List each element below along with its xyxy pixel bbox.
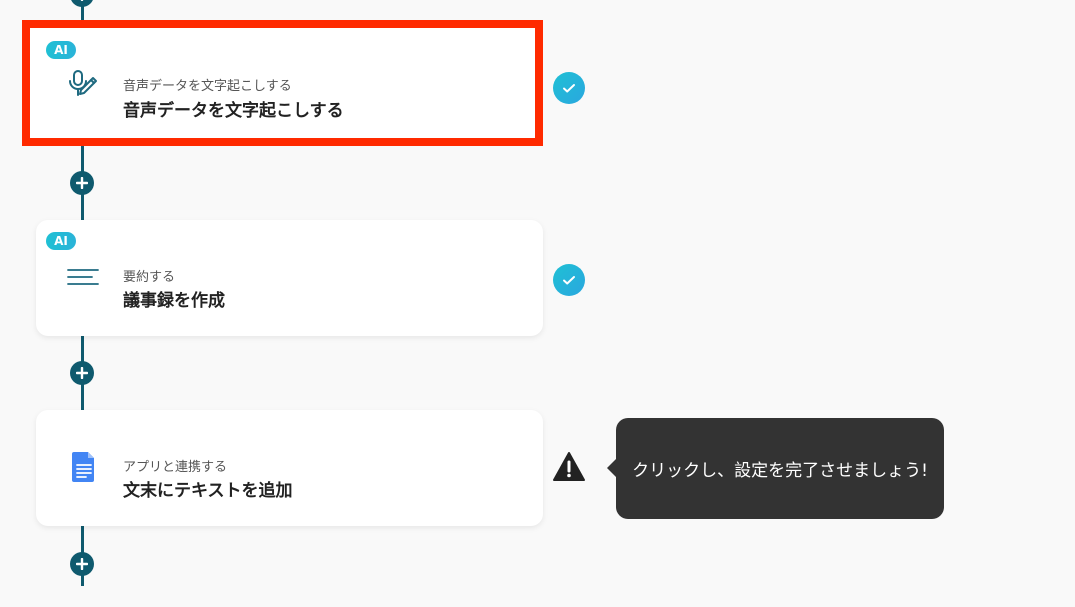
plus-icon xyxy=(76,558,88,570)
flow-step-card-summarize[interactable]: AI 要約する 議事録を作成 xyxy=(36,220,543,336)
flow-step-card-docs[interactable]: アプリと連携する 文末にテキストを追加 xyxy=(36,410,543,526)
plus-icon xyxy=(76,177,88,189)
flow-canvas: AI 音声データを文字起こしする 音声データを文字起こしする AI 要約する 議… xyxy=(0,0,1075,607)
flow-step-card-transcribe[interactable]: AI 音声データを文字起こしする 音声データを文字起こしする xyxy=(22,20,543,146)
step-subtitle: 要約する xyxy=(123,270,176,285)
check-icon xyxy=(553,72,585,104)
text-lines-icon xyxy=(66,258,102,294)
add-step-button[interactable] xyxy=(70,171,94,195)
ai-badge: AI xyxy=(46,232,76,250)
step-title: 議事録を作成 xyxy=(123,291,225,311)
microphone-pen-icon xyxy=(66,67,102,103)
plus-icon xyxy=(76,367,88,379)
step-title: 音声データを文字起こしする xyxy=(123,101,344,121)
setup-tooltip: クリックし、設定を完了させましょう! xyxy=(607,418,944,519)
check-icon xyxy=(553,264,585,296)
step-title: 文末にテキストを追加 xyxy=(123,481,293,501)
warning-icon xyxy=(552,451,586,483)
ai-badge: AI xyxy=(46,41,76,59)
step-subtitle: 音声データを文字起こしする xyxy=(123,79,292,94)
plus-icon xyxy=(80,0,84,1)
step-subtitle: アプリと連携する xyxy=(123,460,228,475)
google-docs-icon xyxy=(66,448,102,484)
add-step-button[interactable] xyxy=(70,552,94,576)
tooltip-text: クリックし、設定を完了させましょう! xyxy=(632,461,928,481)
add-step-button[interactable] xyxy=(70,0,94,7)
add-step-button[interactable] xyxy=(70,361,94,385)
